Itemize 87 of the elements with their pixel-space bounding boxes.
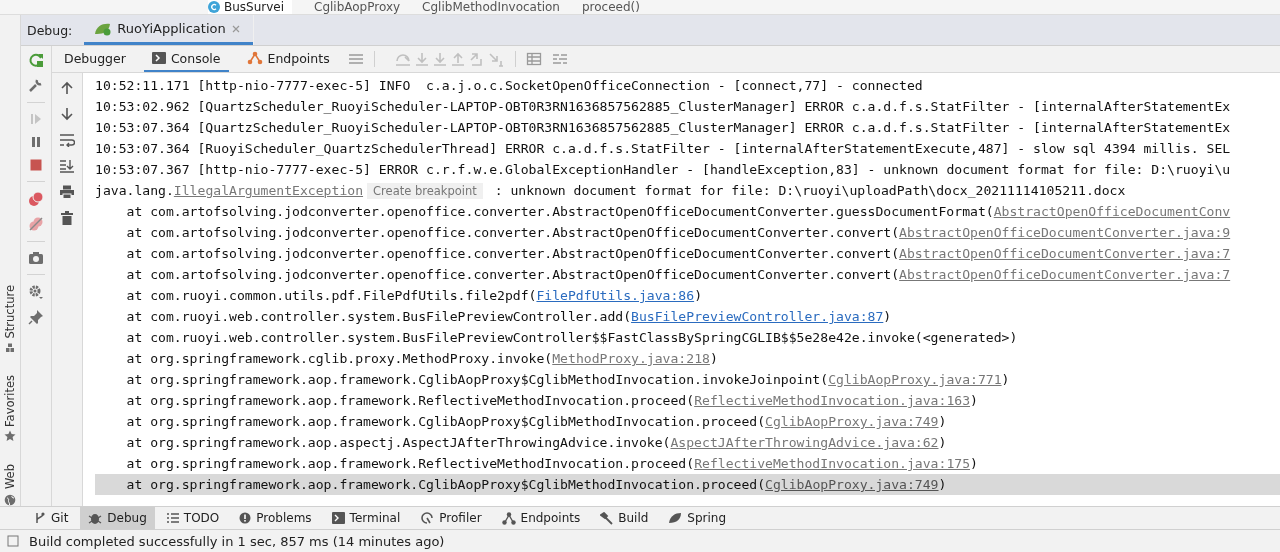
source-link[interactable]: AbstractOpenOfficeDocumentConv [993,204,1231,219]
rerun-icon[interactable] [28,52,44,68]
terminal-icon [331,512,345,524]
tool-window-tab[interactable]: Build [592,507,657,529]
pin-icon[interactable] [28,309,44,325]
console-line: at com.ruoyi.common.utils.pdf.FilePdfUtils.file2pdf(FilePdfUtils.java:86) [125,287,703,305]
console-line: at com.ruoyi.web.controller.system.BusFilePreviewController$$FastClassBySpringCGLIB$$5e28e42e.invoke(<generated>) [125,329,1019,347]
down-arrow-icon[interactable] [60,107,74,121]
tool-window-tab[interactable]: Structure [3,285,17,353]
source-link[interactable]: AbstractOpenOfficeDocumentConverter.java:9 [899,225,1231,240]
camera-icon[interactable] [28,251,44,265]
trash-icon[interactable] [60,211,74,225]
soft-wrap-icon[interactable] [59,133,75,147]
console-line: at com.artofsolving.jodconverter.openoffice.converter.AbstractOpenOfficeDocumentConverter.convert(AbstractOpenOfficeDocumentConverter.java:7 [125,266,1232,284]
panel-toggle-icon[interactable] [7,535,19,547]
source-link[interactable]: AbstractOpenOfficeDocumentConverter.java:7 [899,267,1231,282]
console-line: at org.springframework.aop.aspectj.AspectJAfterThrowingAdvice.invoke(AspectJAfterThrowingAdvice.java:62) [125,434,948,452]
breadcrumb-item[interactable]: proceed() [581,0,640,14]
status-message: Build completed successfully in 1 sec, 857 ms (14 minutes ago) [29,533,445,549]
source-link[interactable]: ReflectiveMethodInvocation.java:175 [694,456,971,471]
tool-window-tab[interactable]: TODO [158,507,228,529]
tool-window-tab[interactable]: Favorites [3,374,17,443]
bug-icon [88,511,103,525]
table-icon[interactable] [525,52,542,66]
wrench-icon[interactable] [28,77,44,93]
source-link[interactable]: BusFilePreviewController.java:87 [631,309,884,324]
gauge-icon [420,511,435,525]
tool-window-tab[interactable]: Endpoints [493,507,589,529]
source-link[interactable]: MethodProxy.java:218 [552,351,710,366]
leaf-icon [668,512,683,524]
tool-window-tab[interactable]: Spring [660,507,735,529]
console-line: at org.springframework.aop.framework.CglibAopProxy$CglibMethodInvocation.proceed(CglibAopProxy.java:749) [125,413,948,431]
debugger-tab[interactable]: Debugger [56,46,134,72]
tool-window-tab[interactable]: Web [3,464,17,506]
console-line: 10:53:07.367 [http-nio-7777-exec-5] ERROR c.r.f.w.e.GlobalExceptionHandler - [handleException,83] - unknown document format for file: D:\ruoyi\u [95,161,1232,179]
run-config-tab[interactable]: RuoYiApplication [84,15,253,45]
breadcrumb-item[interactable]: CglibAopProxy [314,0,401,14]
console-line: at org.springframework.cglib.proxy.MethodProxy.invoke(MethodProxy.java:218) [125,350,719,368]
console-line: at com.artofsolving.jodconverter.openoffice.converter.AbstractOpenOfficeDocumentConverter.convert(AbstractOpenOfficeDocumentConverter.java:9 [125,224,1232,242]
pause-icon[interactable] [29,135,43,149]
mute-breakpoints-icon[interactable] [28,216,44,232]
structure-icon [5,342,15,353]
endpoints-icon [246,51,263,65]
warning-icon [239,512,252,524]
spring-app-icon [94,21,113,36]
console-line: at com.artofsolving.jodconverter.openoffice.converter.AbstractOpenOfficeDocumentConverter.guessDocumentFormat(AbstractOpenOfficeDocumentConv [125,203,1232,221]
tool-window-tab[interactable]: Profiler [412,507,490,529]
tool-window-tab[interactable]: Problems [231,507,320,529]
list-icon [166,513,179,523]
source-link[interactable]: FilePdfUtils.java:86 [536,288,695,303]
print-icon[interactable] [59,185,75,199]
tool-window-tab[interactable]: Terminal [323,507,409,529]
console-line: 10:53:07.364 [QuartzScheduler_RuoyiScheduler-LAPTOP-OBT0R3RN1636857562885_ClusterManager] ERROR c.a.d.f.s.StatFilter - [internalAfterStatementEx [95,119,1232,137]
settings-icon[interactable] [28,284,44,300]
source-link[interactable]: AspectJAfterThrowingAdvice.java:62 [670,435,939,450]
console-line: at org.springframework.aop.framework.ReflectiveMethodInvocation.proceed(ReflectiveMethodInvocation.java:163) [125,392,979,410]
source-link[interactable]: IllegalArgumentException [173,183,364,198]
stop-icon[interactable] [29,158,43,172]
debugger-tab[interactable]: Endpoints [238,46,338,72]
console-line: at com.ruoyi.web.controller.system.BusFilePreviewController.add(BusFilePreviewController.java:87) [125,308,893,326]
endpoints-icon [501,511,516,525]
console-line: 10:53:07.364 [RuoyiScheduler_QuartzSchedulerThread] ERROR c.a.d.f.s.StatFilter - [internalAfterStatementExecute,487] - slow sql 4394 millis. SEL [95,140,1232,158]
console-line: 10:52:11.171 [http-nio-7777-exec-5] INFO c.a.j.o.c.SocketOpenOfficeConnection - [connect,77] - connected [95,77,924,95]
console-line: at org.springframework.aop.framework.ReflectiveMethodInvocation.proceed(ReflectiveMethodInvocation.java:175) [125,455,979,473]
breakpoints-icon[interactable] [28,191,44,207]
globe-icon [4,493,16,506]
tool-window-tab[interactable]: Git [26,507,77,529]
create-breakpoint-button[interactable]: Create breakpoint [367,183,483,199]
source-link[interactable]: CglibAopProxy.java:749 [765,477,939,492]
console-line: at org.springframework.aop.framework.CglibAopProxy$CglibMethodInvocation.invokeJoinpoint(CglibAopProxy.java:771) [125,371,1011,389]
scroll-to-end-icon[interactable] [59,159,75,173]
source-link[interactable]: AbstractOpenOfficeDocumentConverter.java:7 [899,246,1231,261]
star-icon [4,430,16,443]
source-link[interactable]: CglibAopProxy.java:771 [828,372,1002,387]
console-line: java.lang.IllegalArgumentException Create breakpoint : unknown document format for file: D:\ruoyi\uploadPath\docx_20211114105211.docx [95,182,1127,201]
tool-window-tab[interactable]: Debug [80,507,155,529]
source-link[interactable]: CglibAopProxy.java:749 [765,414,939,429]
breadcrumb-item[interactable]: CglibMethodInvocation [422,0,560,14]
console-line: 10:53:02.962 [QuartzScheduler_RuoyiScheduler-LAPTOP-OBT0R3RN1636857562885_ClusterManager] ERROR c.a.d.f.s.StatFilter - [internalAfterStatementEx [95,98,1232,116]
panel-title: Debug: [26,22,74,38]
hammer-icon [600,511,614,525]
source-link[interactable]: ReflectiveMethodInvocation.java:163 [694,393,971,408]
console-line: at com.artofsolving.jodconverter.openoffice.converter.AbstractOpenOfficeDocumentConverter.convert(AbstractOpenOfficeDocumentConverter.java:7 [125,245,1232,263]
up-arrow-icon[interactable] [60,81,74,95]
console-icon [151,52,166,64]
file-tab[interactable]: BusSurvei [208,0,292,14]
branch-icon [34,512,46,524]
